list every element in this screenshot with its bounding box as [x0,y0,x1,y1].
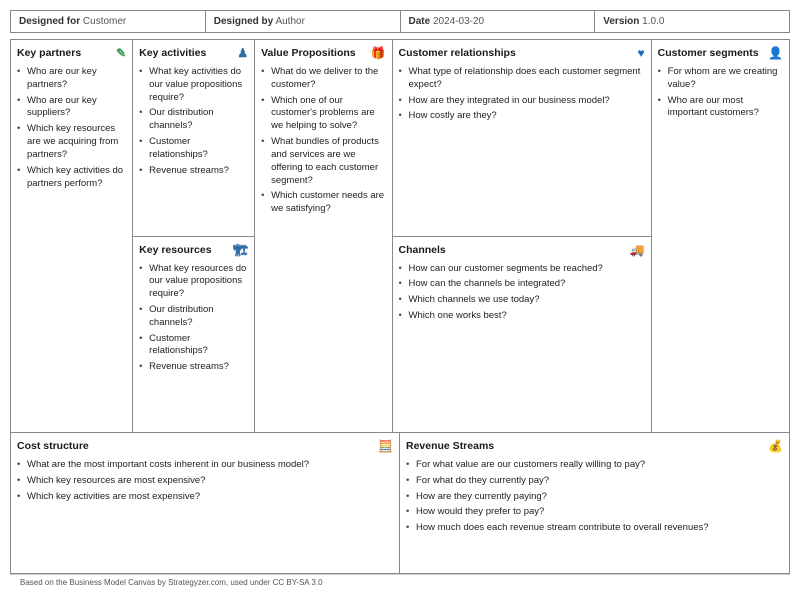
list-item: Which key resources are most expensive? [17,475,393,488]
footer-text: Based on the Business Model Canvas by St… [20,578,323,587]
designed-by-label: Designed by [214,16,273,27]
customer-relationships-icon: ♥ [637,46,644,60]
list-item: Customer relationships? [139,333,248,359]
list-item: Which key activities do partners perform… [17,165,126,191]
key-partners-section: Key partners ✎ Who are our key partners?… [11,40,133,432]
list-item: What are the most important costs inhere… [17,459,393,472]
bottom-grid: Cost structure 🧮 What are the most impor… [11,433,789,573]
key-resources-icon: 🏗 [233,243,248,257]
list-item: Which channels we use today? [399,294,645,307]
footer: Based on the Business Model Canvas by St… [10,574,790,590]
value-propositions-icon: 🎁 [371,46,386,60]
designed-for-cell: Designed for Customer [11,11,206,32]
key-resources-section: Key resources 🏗 What key resources do ou… [133,237,254,433]
list-item: How would they prefer to pay? [406,506,783,519]
list-item: For what value are our customers really … [406,459,783,472]
list-item: How can our customer segments be reached… [399,263,645,276]
version-value: 1.0.0 [642,16,664,27]
designed-for-label: Designed for [19,16,80,27]
version-label: Version [603,16,639,27]
customer-segments-icon: 👤 [768,46,783,60]
list-item: How costly are they? [399,110,645,123]
canvas: Key partners ✎ Who are our key partners?… [10,39,790,574]
list-item: Who are our most important customers? [658,95,783,121]
list-item: For what do they currently pay? [406,475,783,488]
key-activities-title: Key activities ♟ [139,46,248,60]
list-item: What key resources do our value proposit… [139,263,248,301]
customer-relationships-section: Customer relationships ♥ What type of re… [393,40,651,237]
channels-title: Channels 🚚 [399,243,645,257]
cost-structure-section: Cost structure 🧮 What are the most impor… [11,433,400,573]
revenue-streams-list: For what value are our customers really … [406,459,783,535]
key-resources-title: Key resources 🏗 [139,243,248,257]
channels-list: How can our customer segments be reached… [399,263,645,323]
key-activities-icon: ♟ [237,46,248,60]
customer-segments-list: For whom are we creating value? Who are … [658,66,783,120]
value-propositions-title: Value Propositions 🎁 [261,46,385,60]
list-item: Revenue streams? [139,165,248,178]
list-item: Our distribution channels? [139,304,248,330]
list-item: Which key activities are most expensive? [17,491,393,504]
list-item: How much does each revenue stream contri… [406,522,783,535]
version-cell: Version 1.0.0 [595,11,789,32]
customer-relationships-title: Customer relationships ♥ [399,46,645,60]
list-item: Customer relationships? [139,136,248,162]
date-label: Date [409,16,431,27]
list-item: What key activities do our value proposi… [139,66,248,104]
middle-col: Key activities ♟ What key activities do … [133,40,255,432]
key-activities-section: Key activities ♟ What key activities do … [133,40,254,237]
date-cell: Date 2024-03-20 [401,11,596,32]
list-item: How are they integrated in our business … [399,95,645,108]
customer-relationships-list: What type of relationship does each cust… [399,66,645,123]
channels-section: Channels 🚚 How can our customer segments… [393,237,651,433]
list-item: Which one works best? [399,310,645,323]
key-partners-list: Who are our key partners? Who are our ke… [17,66,126,190]
designed-by-value: Author [275,16,304,27]
list-item: How are they currently paying? [406,491,783,504]
right-col: Customer relationships ♥ What type of re… [393,40,652,432]
page: Designed for Customer Designed by Author… [0,0,800,600]
value-propositions-list: What do we deliver to the customer? Whic… [261,66,385,216]
revenue-streams-section: Revenue Streams 💰 For what value are our… [400,433,789,573]
revenue-streams-icon: 💰 [768,439,783,453]
list-item: Who are our key partners? [17,66,126,92]
list-item: Our distribution channels? [139,107,248,133]
list-item: Who are our key suppliers? [17,95,126,121]
header-row: Designed for Customer Designed by Author… [10,10,790,33]
key-resources-list: What key resources do our value proposit… [139,263,248,375]
value-propositions-section: Value Propositions 🎁 What do we deliver … [255,40,392,432]
list-item: Which key resources are we acquiring fro… [17,123,126,161]
date-value: 2024-03-20 [433,16,484,27]
channels-icon: 🚚 [630,243,645,257]
revenue-streams-title: Revenue Streams 💰 [406,439,783,453]
designed-for-value: Customer [83,16,126,27]
designed-by-cell: Designed by Author [206,11,401,32]
list-item: What bundles of products and services ar… [261,136,385,187]
list-item: Which one of our customer's problems are… [261,95,385,133]
list-item: Which customer needs are we satisfying? [261,190,385,216]
list-item: What type of relationship does each cust… [399,66,645,92]
cost-structure-icon: 🧮 [378,439,393,453]
cost-structure-list: What are the most important costs inhere… [17,459,393,503]
key-activities-list: What key activities do our value proposi… [139,66,248,178]
key-partners-title: Key partners ✎ [17,46,126,60]
list-item: For whom are we creating value? [658,66,783,92]
key-partners-icon: ✎ [116,46,126,60]
cost-structure-title: Cost structure 🧮 [17,439,393,453]
main-grid: Key partners ✎ Who are our key partners?… [11,40,789,433]
customer-segments-title: Customer segments 👤 [658,46,783,60]
list-item: How can the channels be integrated? [399,278,645,291]
list-item: Revenue streams? [139,361,248,374]
list-item: What do we deliver to the customer? [261,66,385,92]
customer-segments-section: Customer segments 👤 For whom are we crea… [652,40,789,432]
